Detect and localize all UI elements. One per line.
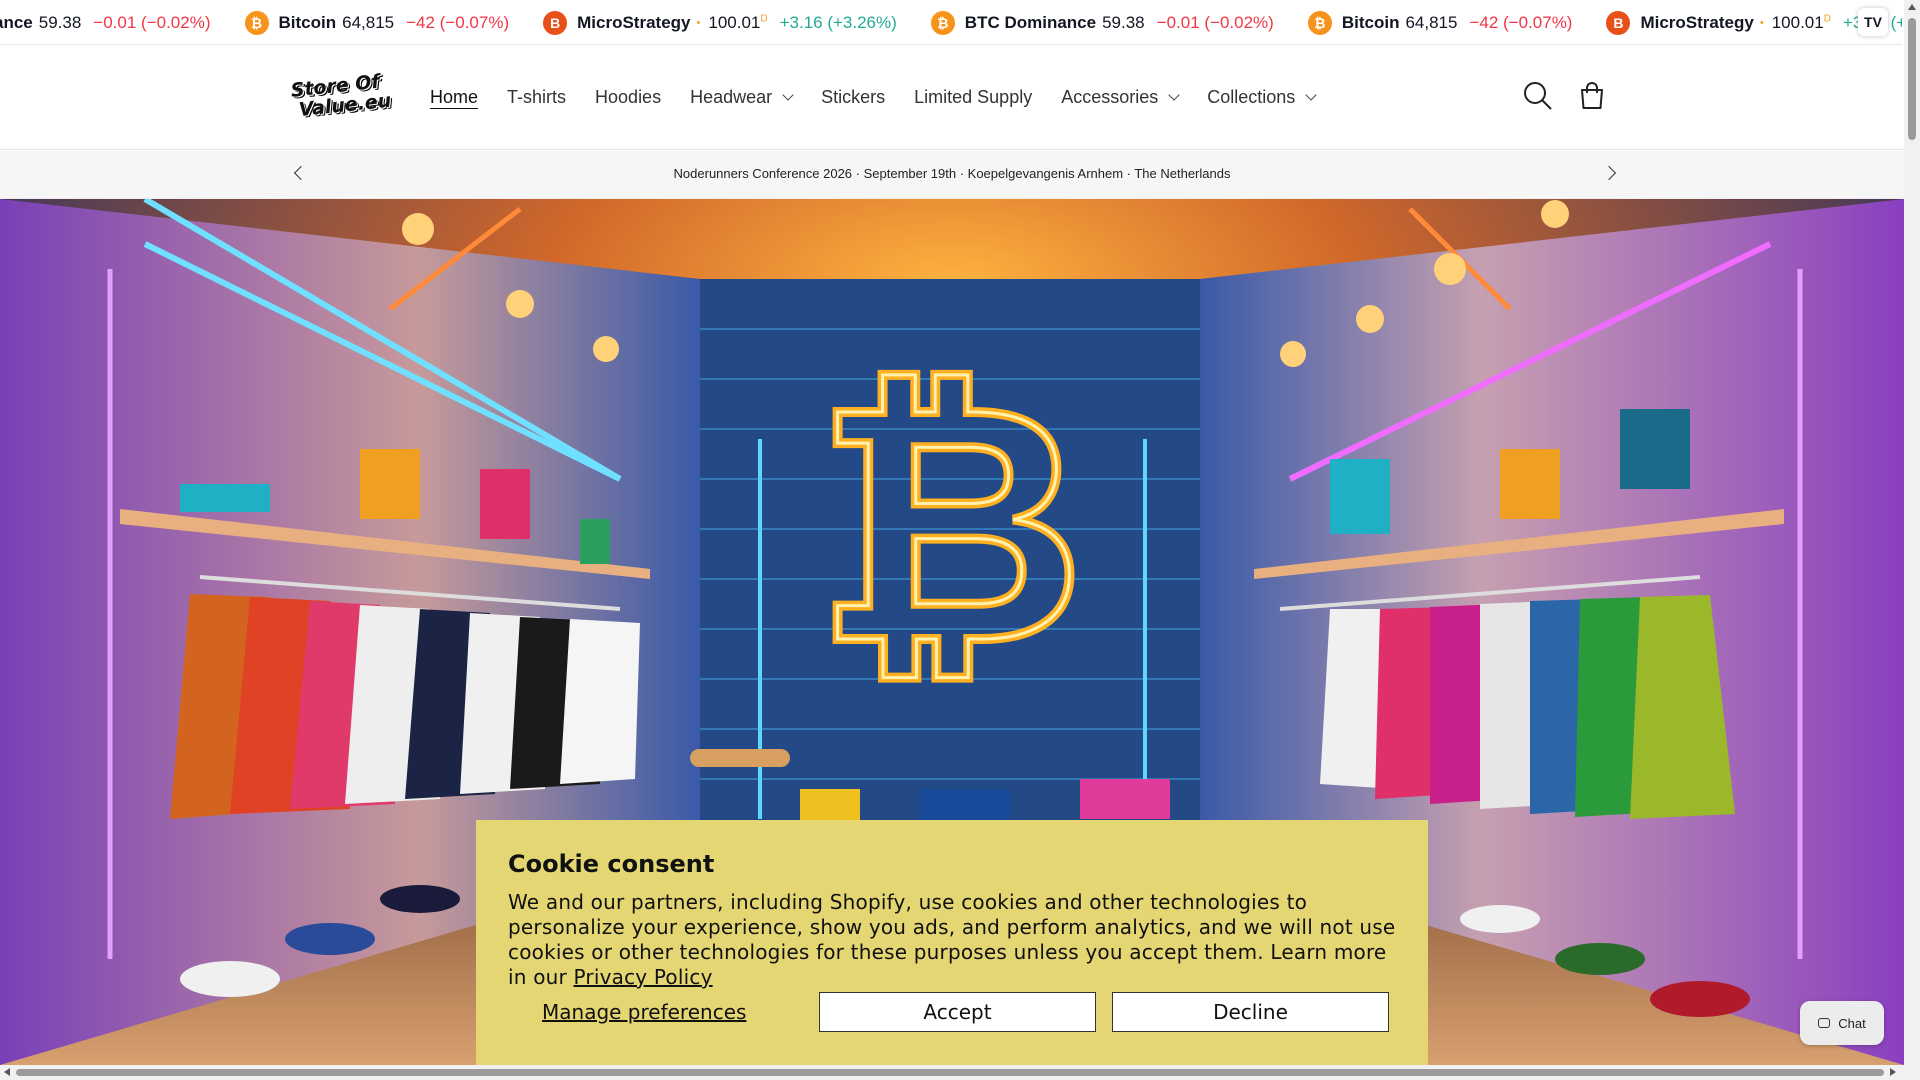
ticker-item[interactable]: ₿ BTC Dominance 59.38 −0.01 (−0.02%) [930, 10, 1274, 35]
ticker-name: ance [0, 12, 33, 32]
nav-item-headwear[interactable]: Headwear [690, 84, 794, 110]
main-nav: Home T-shirts Hoodies Headwear Stickers Limit… [430, 84, 1344, 110]
chevron-down-icon [1305, 88, 1317, 101]
announcement-text: Noderunners Conference 2026 · September … [673, 166, 1231, 181]
ticker-change: −0.01 (−0.02%) [93, 12, 211, 32]
ticker-change: −42 (−0.07%) [406, 12, 510, 32]
coin-icon: ₿ [1307, 10, 1332, 35]
nav-item-label: Home [430, 86, 479, 107]
status-dot-icon: • [1759, 16, 1764, 29]
ticker-name: Bitcoin [278, 12, 337, 32]
ticker-price: 64,815 [342, 13, 394, 33]
ticker-name: MicroStrategy [577, 12, 691, 32]
nav-item-label: Stickers [821, 86, 886, 107]
horizontal-scrollbar[interactable] [0, 1065, 1920, 1080]
search-icon[interactable] [1522, 80, 1554, 112]
nav-item-stickers[interactable]: Stickers [821, 84, 885, 110]
ticker-price-value: 59.38 [38, 12, 82, 32]
ticker-item[interactable]: B MicroStrategy • 100.01D +3.16 (+3.26%) [543, 10, 897, 35]
ticker-price-value: 100.01 [708, 12, 761, 32]
manage-preferences-link[interactable]: Manage preferences [508, 1000, 803, 1024]
nav-item-label: Accessories [1061, 86, 1159, 107]
ticker-name: BTC Dominance [964, 12, 1097, 32]
nav-item-label: Headwear [690, 86, 773, 107]
status-dot-icon: • [696, 16, 701, 29]
nav-item-home[interactable]: Home [430, 84, 478, 110]
ticker-item[interactable]: ₿ Bitcoin 64,815 −42 (−0.07%) [1307, 10, 1573, 35]
coin-icon: B [1606, 10, 1631, 35]
ticker-tape: ance59.38−0.01 (−0.02%)₿Bitcoin64,815−42… [0, 0, 1902, 45]
svg-text:₿: ₿ [816, 333, 1085, 717]
coin-icon: ₿ [244, 10, 269, 35]
horizontal-scroll-thumb[interactable] [16, 1069, 1884, 1076]
vertical-scrollbar[interactable] [1904, 0, 1920, 1065]
ticker-price: 59.38 [1102, 13, 1145, 33]
page: ance59.38−0.01 (−0.02%)₿Bitcoin64,815−42… [0, 0, 1920, 1080]
ticker-price: 100.01D [1772, 13, 1831, 33]
nav-item-t-shirts[interactable]: T-shirts [507, 84, 566, 110]
ticker-price-flag: D [1823, 12, 1831, 24]
store-logo[interactable]: Store Of Value.eu [290, 71, 392, 126]
ticker-price-value: 100.01 [1771, 12, 1824, 32]
scroll-right-icon[interactable] [1890, 1068, 1896, 1076]
nav-item-collections[interactable]: Collections [1207, 84, 1317, 110]
nav-item-limited-supply[interactable]: Limited Supply [914, 84, 1032, 110]
coin-icon: ₿ [930, 10, 955, 35]
vertical-scroll-thumb[interactable] [1908, 18, 1916, 140]
cookie-title: Cookie consent [508, 850, 715, 878]
ticker-price-value: 59.38 [1102, 12, 1145, 32]
chat-button[interactable]: Chat [1800, 1001, 1884, 1045]
chat-bubble-icon [1818, 1018, 1831, 1028]
ticker-price-value: 64,815 [342, 12, 395, 32]
ticker-name: Bitcoin [1341, 12, 1400, 32]
ticker-item[interactable]: ₿ Bitcoin 64,815 −42 (−0.07%) [244, 10, 510, 35]
chevron-down-icon [1168, 88, 1180, 101]
tradingview-logo[interactable]: TV [1858, 8, 1888, 36]
bitcoin-neon-sign: ₿ ₿ [811, 328, 1090, 722]
nav-item-label: Hoodies [595, 86, 662, 107]
announcement-bar: Noderunners Conference 2026 · September … [0, 151, 1904, 199]
ticker-change: −0.01 (−0.02%) [1156, 12, 1274, 32]
privacy-policy-link[interactable]: Privacy Policy [574, 965, 713, 989]
accept-button[interactable]: Accept [819, 992, 1096, 1032]
ticker-price: 59.38 [39, 13, 82, 33]
ticker-price-flag: D [760, 12, 768, 24]
nav-item-label: T-shirts [507, 86, 567, 107]
cookie-actions: Manage preferences Accept Decline [508, 992, 1400, 1032]
cookie-body: We and our partners, including Shopify, … [508, 890, 1396, 990]
nav-item-hoodies[interactable]: Hoodies [595, 84, 661, 110]
cookie-consent-banner: Cookie consent We and our partners, incl… [476, 820, 1428, 1070]
ticker-change: +3.16 (+3.26%) [779, 12, 897, 32]
ticker-name: MicroStrategy [1640, 12, 1754, 32]
nav-item-label: Collections [1207, 86, 1296, 107]
chat-label: Chat [1838, 1015, 1866, 1031]
decline-button[interactable]: Decline [1112, 992, 1389, 1032]
ticker-track: ance59.38−0.01 (−0.02%)₿Bitcoin64,815−42… [0, 0, 1902, 44]
coin-icon: B [543, 10, 568, 35]
nav-item-label: Limited Supply [914, 86, 1033, 107]
chevron-down-icon [782, 88, 794, 101]
ticker-change: −42 (−0.07%) [1469, 12, 1573, 32]
cart-icon[interactable] [1576, 80, 1608, 112]
scroll-left-icon[interactable] [4, 1068, 10, 1076]
ticker-price: 64,815 [1405, 13, 1457, 33]
ticker-price: 100.01D [708, 13, 767, 33]
ticker-price-value: 64,815 [1405, 12, 1458, 32]
nav-item-accessories[interactable]: Accessories [1061, 84, 1180, 110]
ticker-item[interactable]: ance 59.38 −0.01 (−0.02%) [0, 13, 211, 33]
site-header: Store Of Value.eu Home T-shirts Hoodies Hea… [0, 46, 1904, 150]
scroll-up-icon[interactable] [1908, 4, 1916, 10]
